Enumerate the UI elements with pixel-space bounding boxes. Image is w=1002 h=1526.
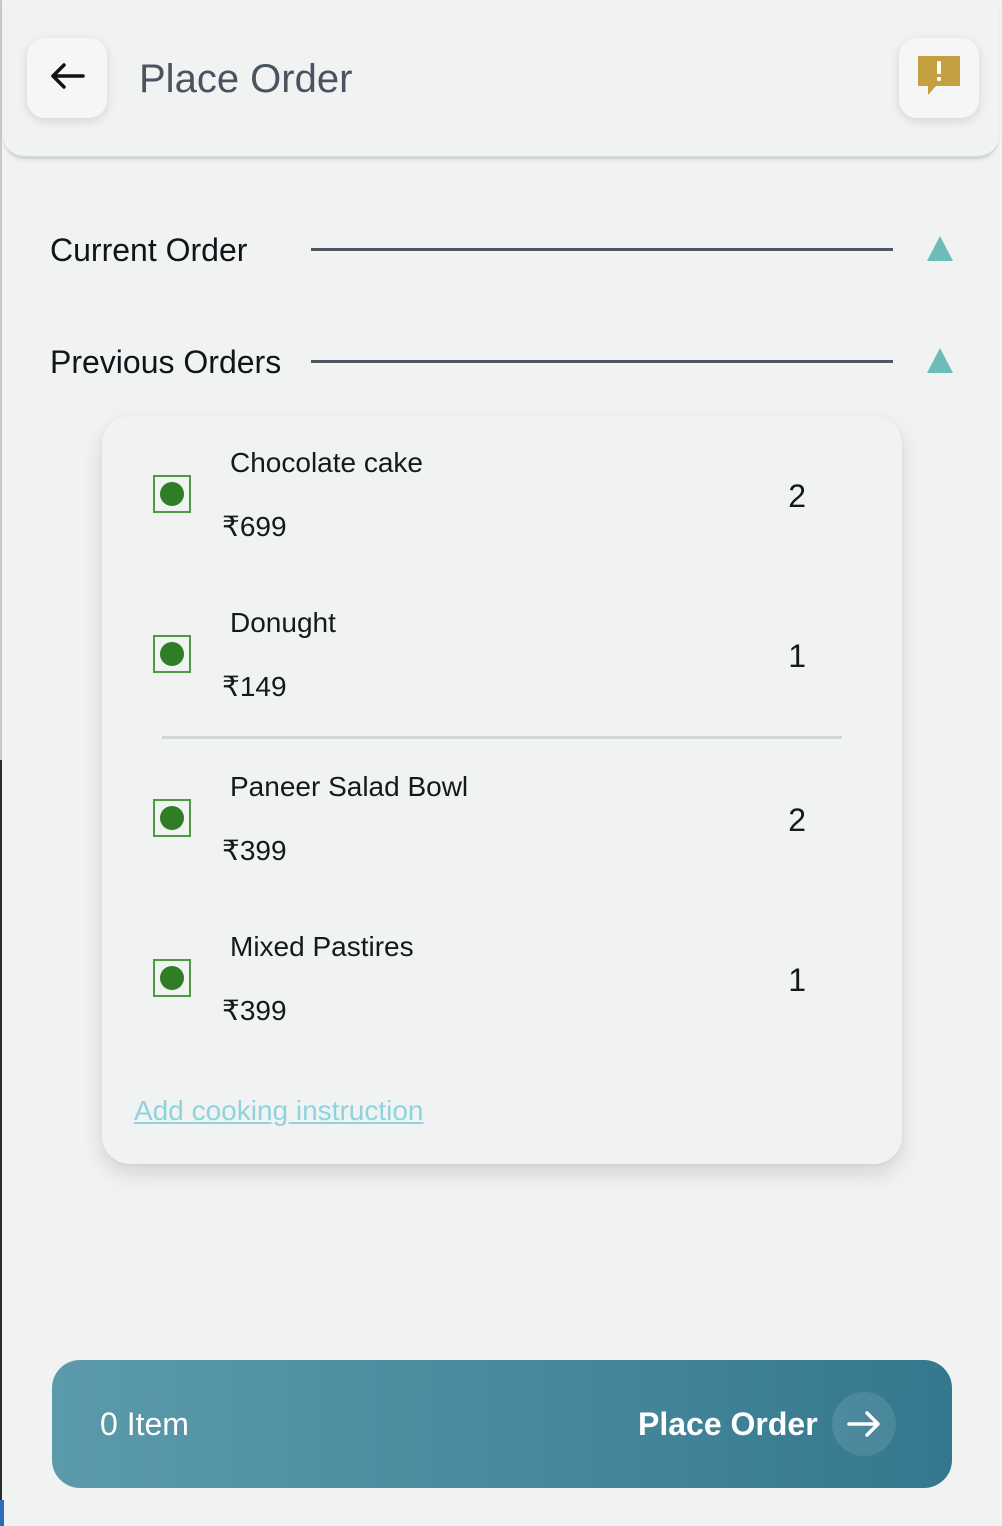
order-group-divider xyxy=(162,736,842,739)
veg-indicator-icon xyxy=(153,959,191,997)
item-quantity: 1 xyxy=(788,638,806,674)
place-order-button-label: Place Order xyxy=(638,1406,818,1442)
section-divider xyxy=(311,360,893,363)
app-header: Place Order xyxy=(3,0,999,159)
item-price: ₹399 xyxy=(222,835,287,866)
item-price: ₹699 xyxy=(222,511,287,542)
collapse-triangle-icon[interactable] xyxy=(926,234,954,262)
order-item: Mixed Pastires ₹399 1 xyxy=(102,900,902,1026)
item-quantity: 2 xyxy=(788,802,806,838)
item-price: ₹149 xyxy=(222,671,287,702)
veg-indicator-icon xyxy=(153,475,191,513)
arrow-right-icon[interactable] xyxy=(832,1392,896,1456)
order-item: Paneer Salad Bowl ₹399 2 xyxy=(102,740,902,866)
alert-message-icon xyxy=(915,53,963,104)
current-order-label: Current Order xyxy=(50,232,248,268)
veg-indicator-icon xyxy=(153,635,191,673)
window-edge xyxy=(0,0,2,760)
order-item: Chocolate cake ₹699 2 xyxy=(102,416,902,542)
item-price: ₹399 xyxy=(222,995,287,1026)
feedback-button[interactable] xyxy=(899,38,979,118)
current-order-toggle[interactable]: Current Order xyxy=(50,228,956,272)
add-cooking-instruction-link[interactable]: Add cooking instruction xyxy=(134,1094,424,1128)
window-edge xyxy=(0,760,2,1500)
order-item: Donught ₹149 1 xyxy=(102,576,902,702)
page-title: Place Order xyxy=(139,57,353,101)
item-name: Chocolate cake xyxy=(230,447,424,478)
place-order-page: Place Order Current Order Previous Order… xyxy=(0,0,1002,1526)
item-name: Paneer Salad Bowl xyxy=(230,771,469,802)
place-order-bar[interactable]: 0 Item Place Order xyxy=(52,1360,952,1488)
item-name: Donught xyxy=(230,607,336,638)
arrow-left-icon xyxy=(49,62,85,95)
previous-orders-card: Chocolate cake ₹699 2 Donught ₹149 1 Pan… xyxy=(102,416,902,1164)
item-name: Mixed Pastires xyxy=(230,931,414,962)
window-edge xyxy=(0,1500,4,1526)
item-quantity: 1 xyxy=(788,962,806,998)
collapse-triangle-icon[interactable] xyxy=(926,346,954,374)
item-quantity: 2 xyxy=(788,478,806,514)
back-button[interactable] xyxy=(27,38,107,118)
previous-orders-label: Previous Orders xyxy=(50,344,282,380)
veg-indicator-icon xyxy=(153,799,191,837)
section-divider xyxy=(311,248,893,251)
previous-orders-toggle[interactable]: Previous Orders xyxy=(50,340,956,384)
item-count: 0 Item xyxy=(100,1406,189,1442)
